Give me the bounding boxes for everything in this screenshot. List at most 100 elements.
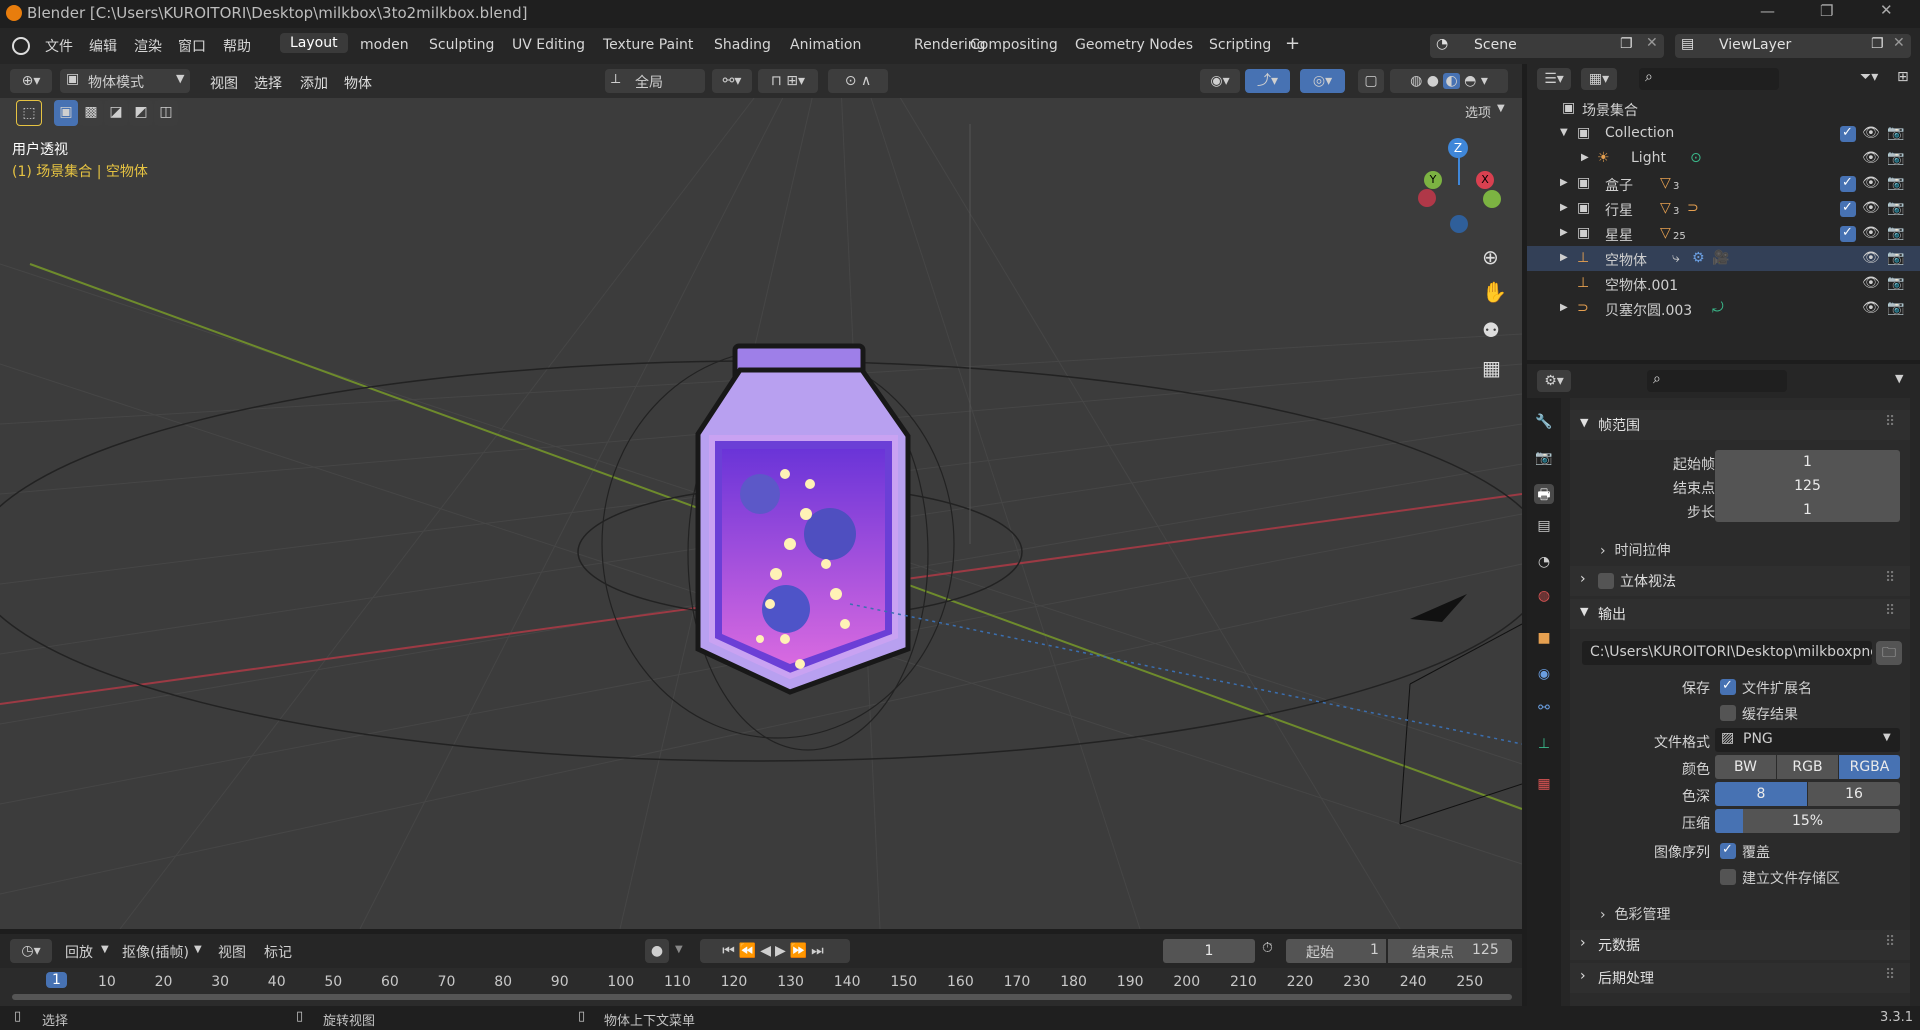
gizmo-y-axis[interactable]: Y [1424,171,1442,189]
expand-icon[interactable]: ▼ [1560,127,1568,138]
render-camera-icon[interactable]: 📷 [1887,125,1904,141]
outliner-root[interactable]: ▣ 场景集合 [1527,96,1920,121]
current-frame-field[interactable]: 1 [1163,939,1255,963]
expand-icon[interactable]: ▶ [1560,252,1568,263]
menu-file[interactable]: 文件 [45,36,73,56]
eye-icon[interactable]: 👁 [1862,300,1880,316]
select-mode-extend-icon[interactable]: ▩ [79,100,103,126]
view-layer-tab-icon[interactable]: ▤ [1534,518,1554,538]
xray-button[interactable]: ▢ [1358,69,1384,93]
color-rgba-button[interactable]: RGBA [1839,755,1900,779]
eye-icon[interactable]: 👁 [1862,250,1880,266]
tab-texture-paint[interactable]: Texture Paint [603,37,693,53]
exclude-checkbox[interactable] [1840,175,1856,192]
outliner-row-planets[interactable]: ▶ ▣ 行星 ▽ 3 ⊃ 👁 📷 [1527,196,1920,221]
editor-type-button[interactable]: ⊕▾ [10,69,52,93]
expand-icon[interactable]: ▶ [1560,302,1568,313]
tab-scripting[interactable]: Scripting [1209,37,1271,53]
color-bw-button[interactable]: BW [1715,755,1776,779]
eye-icon[interactable]: 👁 [1862,225,1880,241]
visibility-button[interactable]: ◉▾ [1200,69,1240,93]
world-tab-icon[interactable]: ◍ [1534,588,1554,608]
color-management-subpanel[interactable]: › 色彩管理 [1600,904,1671,924]
gizmo-neg-x[interactable] [1418,189,1436,207]
exclude-checkbox[interactable] [1840,225,1856,242]
zoom-icon[interactable]: ⊕ [1482,245,1499,269]
object-data-tab-icon[interactable]: ⊥ [1534,736,1554,756]
tab-geometry-nodes[interactable]: Geometry Nodes [1075,37,1193,53]
shading-mode-group[interactable]: ◍ ● ◐ ◓ ▾ [1390,69,1508,93]
new-collection-icon[interactable]: ⊞ [1897,69,1909,85]
outliner-row-collection[interactable]: ▼ ▣ Collection 👁 📷 [1527,121,1920,146]
output-tab-icon[interactable]: 🖶 [1534,484,1554,504]
tab-shading[interactable]: Shading [714,37,771,53]
folder-browse-icon[interactable]: 🗀 [1876,641,1902,665]
scene-tab-icon[interactable]: ◔ [1534,554,1554,574]
gizmo-neg-z[interactable] [1450,215,1468,233]
select-mode-intersect-icon[interactable]: ◫ [154,100,178,126]
camera-view-icon[interactable]: ⚉ [1482,318,1500,342]
delete-scene-icon[interactable]: ✕ [1646,35,1658,51]
new-scene-icon[interactable]: ❐ [1620,36,1633,52]
gizmo-x-axis[interactable]: X [1476,171,1494,189]
eye-icon[interactable]: 👁 [1862,125,1880,141]
delete-view-layer-icon[interactable]: ✕ [1893,35,1905,51]
render-camera-icon[interactable]: 📷 [1887,200,1904,216]
proportional-editing-button[interactable]: ⊙ ∧ [828,69,888,93]
start-frame-field[interactable]: 1 [1715,450,1900,474]
tab-sculpting[interactable]: Sculpting [429,37,494,53]
select-tool-icon[interactable]: ⬚ [16,100,42,126]
timeline-current-frame-marker[interactable]: 1 [46,972,67,988]
expand-icon[interactable]: ▶ [1581,152,1589,163]
3d-viewport[interactable] [0,64,1522,929]
file-extension-checkbox[interactable] [1720,678,1736,695]
render-camera-icon[interactable]: 📷 [1887,175,1904,191]
exclude-checkbox[interactable] [1840,125,1856,142]
render-tab-icon[interactable]: 📷 [1534,450,1554,470]
pan-hand-icon[interactable]: ✋ [1482,280,1507,304]
options-button[interactable]: 选项 [1465,102,1491,121]
drag-handle-icon[interactable]: ⠿ [1885,934,1895,950]
drag-handle-icon[interactable]: ⠿ [1885,570,1895,586]
menu-help[interactable]: 帮助 [223,36,251,56]
render-camera-icon[interactable]: 📷 [1887,150,1904,166]
eye-icon[interactable]: 👁 [1862,275,1880,291]
viewport-menu-add[interactable]: 添加 [300,73,328,93]
constraints-tab-icon[interactable]: ⚯ [1534,700,1554,720]
exclude-checkbox[interactable] [1840,200,1856,217]
view-layer-selector[interactable]: ▤ ViewLayer ❐ ✕ [1675,34,1911,58]
timeline[interactable]: 1 10 20 30 40 50 60 70 80 90 100 110 120 130 140 150 160… [0,968,1522,1006]
compression-slider[interactable]: 15% [1715,809,1900,833]
display-mode-icon[interactable]: ▦▾ [1581,68,1617,90]
pivot-point-button[interactable]: ⚯▾ [712,69,752,93]
depth-8-button[interactable]: 8 [1715,782,1807,806]
close-window-button[interactable]: ✕ [1880,1,1893,19]
timeline-scrollbar[interactable] [12,994,1512,1000]
outliner-editor-type-icon[interactable]: ☰▾ [1537,68,1571,90]
drag-handle-icon[interactable]: ⠿ [1885,414,1895,430]
gizmo-neg-y[interactable] [1483,190,1501,208]
viewport-menu-select[interactable]: 选择 [254,73,282,93]
properties-editor-type-icon[interactable]: ⚙▾ [1537,370,1571,392]
frame-step-field[interactable]: 1 [1715,498,1900,522]
snap-button[interactable]: ⊓ ⊞▾ [758,69,818,93]
depth-16-button[interactable]: 16 [1808,782,1900,806]
outliner-row-bezier-circle[interactable]: ▶ ⊃ 贝塞尔圆.003 ⤾ 👁 📷 [1527,296,1920,321]
outliner-row-stars[interactable]: ▶ ▣ 星星 ▽ 25 👁 📷 [1527,221,1920,246]
stopwatch-icon[interactable]: ⏱ [1262,940,1273,956]
gizmo-toggle-button[interactable]: ⤴▾ [1245,69,1290,93]
navigation-gizmo[interactable]: Z Y X [1410,135,1510,235]
texture-tab-icon[interactable]: ▦ [1534,776,1554,796]
expand-icon[interactable]: ▶ [1560,202,1568,213]
render-camera-icon[interactable]: 📷 [1887,250,1904,266]
expand-icon[interactable]: ▶ [1560,177,1568,188]
eye-icon[interactable]: 👁 [1862,200,1880,216]
drag-handle-icon[interactable]: ⠿ [1885,603,1895,619]
playback-controls[interactable]: ⏮⏪◀▶⏩⏭ [700,939,850,963]
overlay-toggle-button[interactable]: ◎▾ [1300,69,1345,93]
physics-tab-icon[interactable]: ◉ [1534,666,1554,686]
blender-menu-icon[interactable] [12,37,30,55]
minimize-button[interactable]: — [1760,2,1775,20]
add-workspace-button[interactable]: + [1285,33,1300,54]
select-mode-new-icon[interactable]: ▣ [54,100,78,126]
